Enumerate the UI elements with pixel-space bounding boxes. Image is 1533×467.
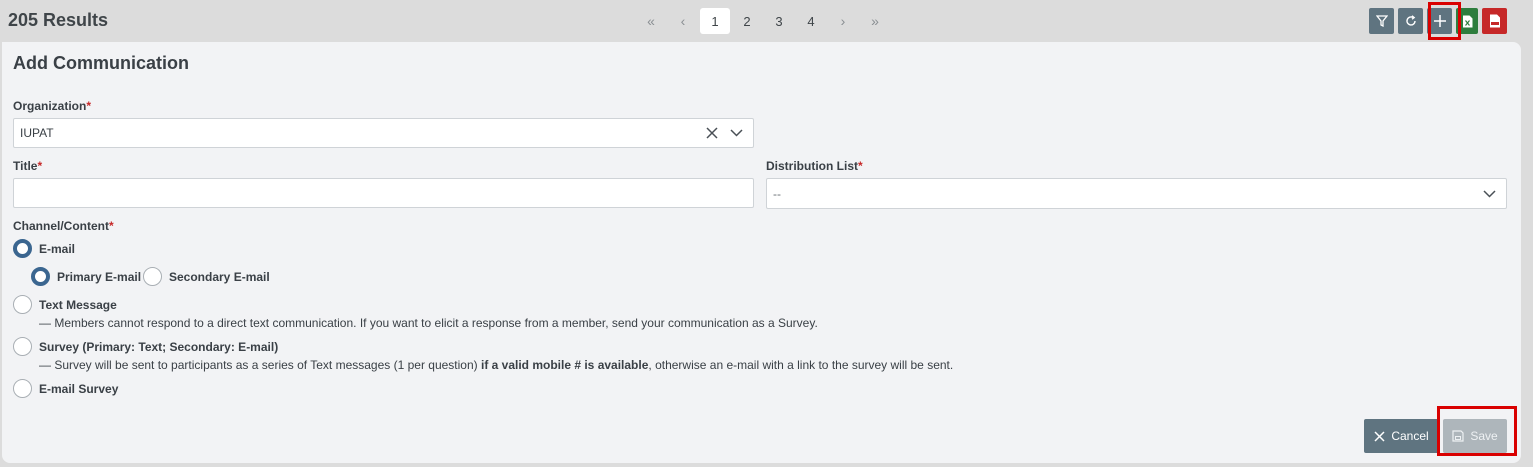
first-page-button[interactable]: « bbox=[636, 8, 666, 34]
survey-note-part: — Survey will be sent to participants as… bbox=[39, 358, 481, 372]
page-button-1[interactable]: 1 bbox=[700, 8, 730, 34]
distribution-list-label: Distribution List* bbox=[766, 159, 863, 173]
page-button-4[interactable]: 4 bbox=[796, 8, 826, 34]
required-marker: * bbox=[858, 159, 863, 173]
survey-note-part: , otherwise an e-mail with a link to the… bbox=[648, 358, 954, 372]
scrollbar[interactable] bbox=[1522, 42, 1533, 467]
organization-label-text: Organization bbox=[13, 99, 87, 113]
last-page-button[interactable]: » bbox=[860, 8, 890, 34]
organization-label: Organization* bbox=[13, 99, 91, 113]
excel-icon bbox=[1462, 15, 1472, 27]
save-button-highlight bbox=[1437, 406, 1517, 456]
refresh-icon bbox=[1405, 15, 1416, 26]
primary-email-radio[interactable] bbox=[31, 267, 50, 286]
channel-content-label: Channel/Content* bbox=[13, 219, 114, 233]
results-count: 205 Results bbox=[8, 10, 109, 30]
refresh-button[interactable] bbox=[1398, 8, 1423, 34]
next-page-button[interactable]: › bbox=[828, 8, 858, 34]
title-label: Title* bbox=[13, 159, 42, 173]
survey-note: — Survey will be sent to participants as… bbox=[39, 358, 953, 372]
secondary-email-label[interactable]: Secondary E-mail bbox=[169, 270, 270, 284]
pagination: « ‹ 1 2 3 4 › » bbox=[636, 8, 892, 34]
required-marker: * bbox=[109, 219, 114, 233]
email-survey-radio[interactable] bbox=[13, 379, 32, 398]
distribution-list-select[interactable]: -- bbox=[766, 178, 1507, 209]
prev-page-button[interactable]: ‹ bbox=[668, 8, 698, 34]
page-button-3[interactable]: 3 bbox=[764, 8, 794, 34]
secondary-email-radio[interactable] bbox=[143, 267, 162, 286]
pdf-icon bbox=[1489, 14, 1500, 28]
page-title: Add Communication bbox=[13, 53, 189, 73]
filter-button[interactable] bbox=[1369, 8, 1394, 34]
close-icon bbox=[1374, 430, 1385, 442]
survey-note-emphasis: if a valid mobile # is available bbox=[480, 358, 649, 372]
add-button-highlight bbox=[1428, 2, 1461, 40]
add-communication-panel: Add Communication Organization* IUPAT Ti… bbox=[2, 42, 1521, 463]
distribution-list-value: -- bbox=[773, 186, 781, 201]
survey-label[interactable]: Survey (Primary: Text; Secondary: E-mail… bbox=[39, 340, 278, 354]
text-message-radio[interactable] bbox=[13, 295, 32, 314]
filter-icon bbox=[1375, 15, 1388, 27]
title-label-text: Title bbox=[13, 159, 38, 173]
email-radio[interactable] bbox=[13, 239, 32, 258]
organization-value: IUPAT bbox=[20, 126, 54, 140]
organization-select[interactable]: IUPAT bbox=[13, 118, 754, 148]
clear-icon[interactable] bbox=[701, 122, 723, 144]
cancel-button[interactable]: Cancel bbox=[1364, 419, 1439, 453]
survey-radio[interactable] bbox=[13, 337, 32, 356]
export-pdf-button[interactable] bbox=[1482, 8, 1507, 34]
required-marker: * bbox=[86, 99, 92, 113]
page-button-2[interactable]: 2 bbox=[732, 8, 762, 34]
results-toolbar: 205 Results « ‹ 1 2 3 4 › » bbox=[0, 0, 1533, 42]
text-message-note: — Members cannot respond to a direct tex… bbox=[39, 316, 818, 330]
primary-email-label[interactable]: Primary E-mail bbox=[57, 270, 141, 284]
channel-content-label-text: Channel/Content bbox=[13, 219, 109, 233]
email-survey-label[interactable]: E-mail Survey bbox=[39, 382, 118, 396]
chevron-down-icon[interactable] bbox=[1478, 183, 1500, 205]
chevron-down-icon[interactable] bbox=[725, 122, 747, 144]
cancel-button-label: Cancel bbox=[1391, 429, 1429, 443]
text-message-label[interactable]: Text Message bbox=[39, 298, 117, 312]
title-input[interactable] bbox=[13, 178, 754, 208]
email-radio-label[interactable]: E-mail bbox=[39, 242, 75, 256]
required-marker: * bbox=[37, 159, 43, 173]
distribution-list-label-text: Distribution List bbox=[766, 159, 858, 173]
